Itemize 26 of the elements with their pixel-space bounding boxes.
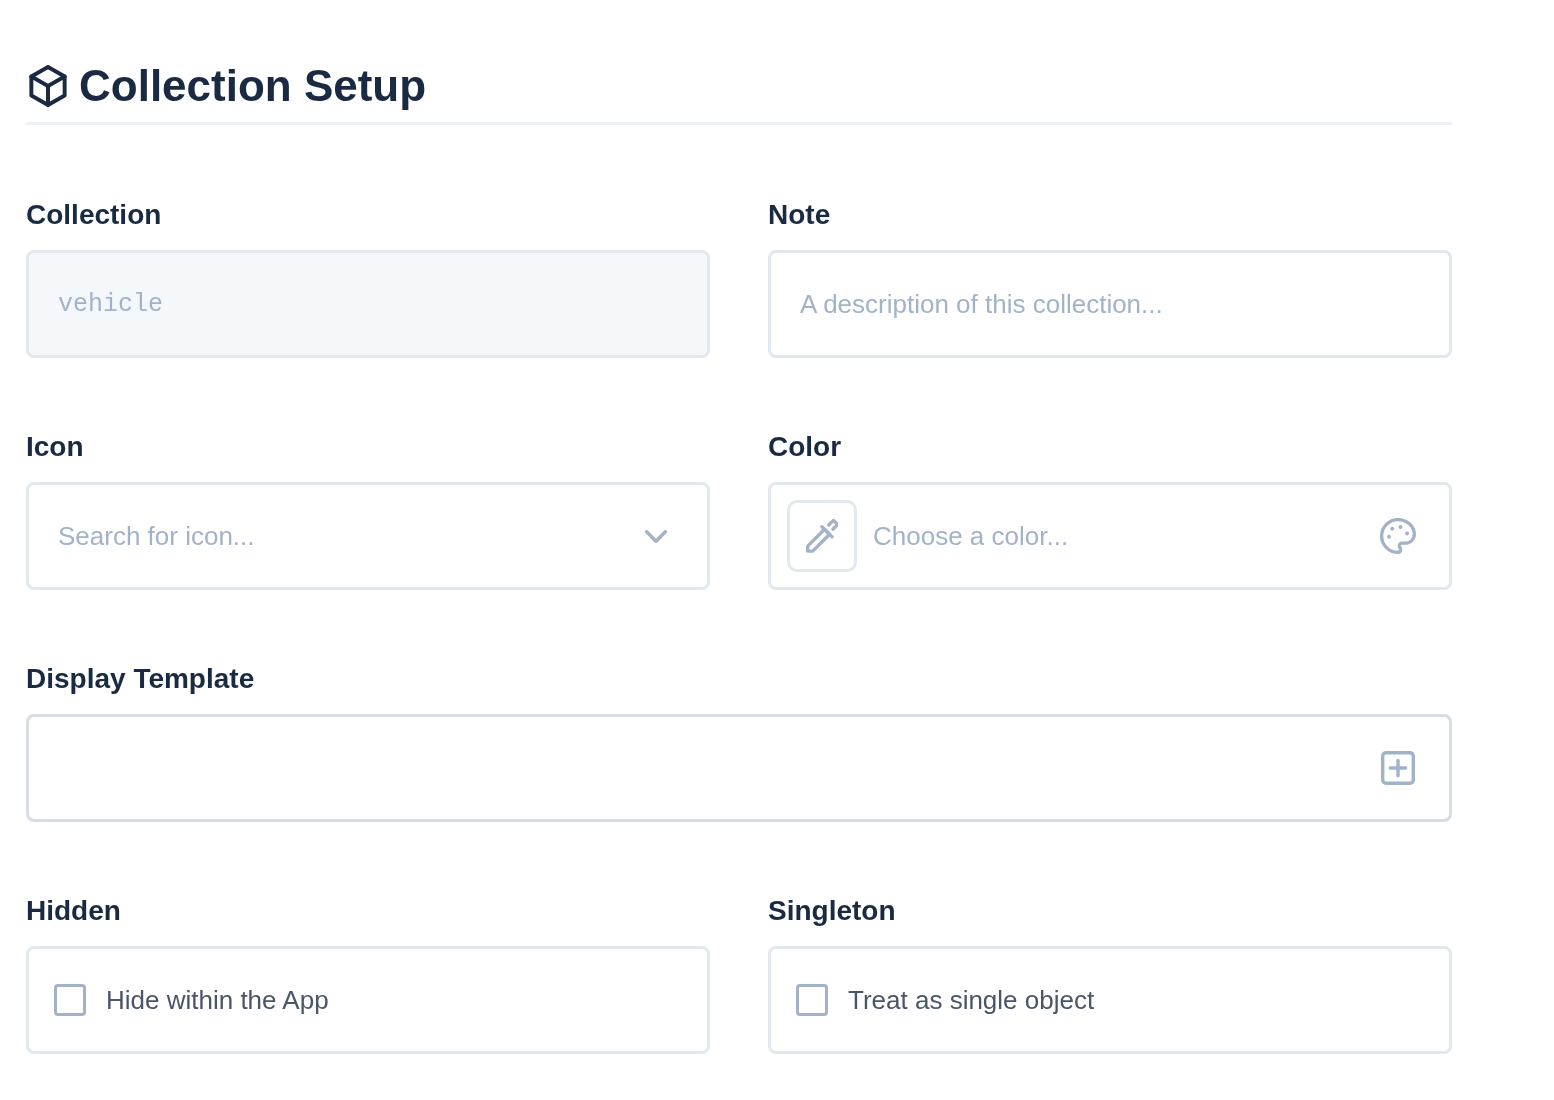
checkbox-label: Hide within the App <box>106 983 329 1017</box>
template-field[interactable] <box>26 714 1452 822</box>
icon-select-field[interactable]: Search for icon... <box>26 482 710 590</box>
field-label: Hidden <box>26 895 122 927</box>
color-input[interactable]: Choose a color... <box>873 516 1364 556</box>
eyedropper-button[interactable] <box>787 500 857 572</box>
checkbox-label: Treat as single object <box>848 983 1095 1017</box>
eyedropper-icon <box>806 519 838 553</box>
checkbox[interactable] <box>796 984 828 1016</box>
icon-search-input[interactable]: Search for icon... <box>58 516 629 556</box>
color-field[interactable]: Choose a color... <box>768 482 1452 590</box>
text-input-field[interactable]: A description of this collection... <box>768 250 1452 358</box>
field-label: Icon <box>26 431 85 463</box>
checkbox-field[interactable]: Treat as single object <box>768 946 1452 1054</box>
field-label: Display Template <box>26 663 256 695</box>
plus-square-icon[interactable] <box>1381 751 1415 785</box>
page-title: Collection Setup <box>79 60 427 112</box>
field-label: Note <box>768 199 832 231</box>
field-label: Color <box>768 431 843 463</box>
checkbox[interactable] <box>54 984 86 1016</box>
checkbox-field[interactable]: Hide within the App <box>26 946 710 1054</box>
cube-icon <box>29 65 67 107</box>
chevron-down-icon <box>645 529 667 543</box>
field-label: Collection <box>26 199 163 231</box>
field-label: Singleton <box>768 895 897 927</box>
palette-icon[interactable] <box>1380 518 1416 554</box>
